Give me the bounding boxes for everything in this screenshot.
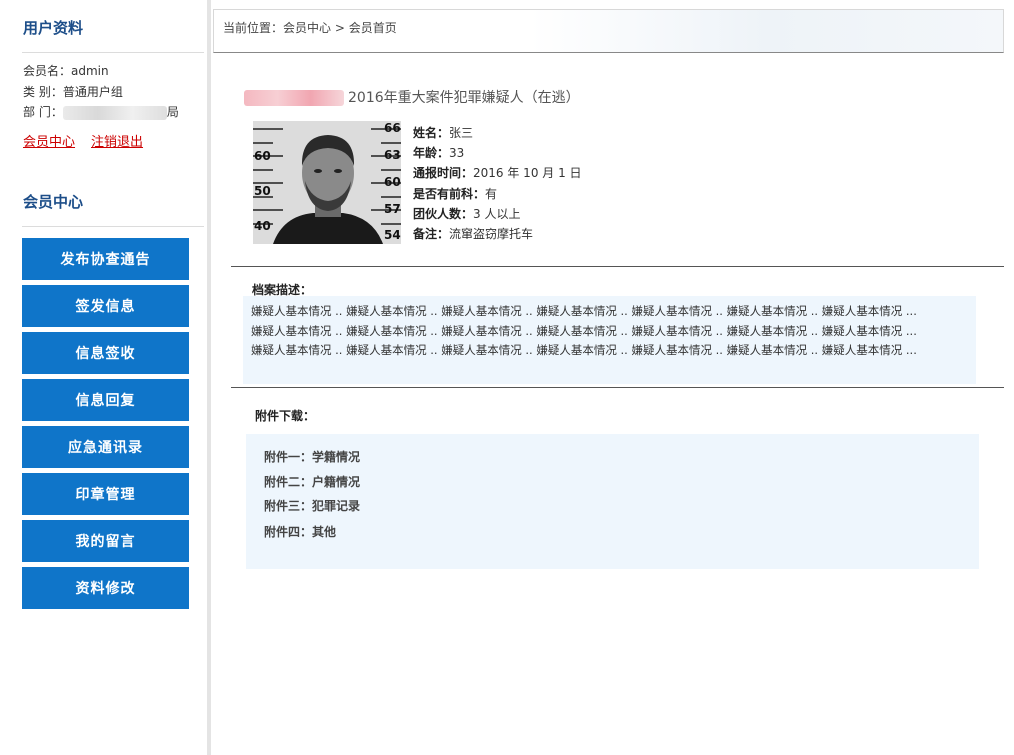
height-mark: 60 bbox=[384, 175, 401, 189]
menu-reply-info-button[interactable]: 信息回复 bbox=[22, 379, 189, 421]
height-mark: 66 bbox=[384, 121, 401, 135]
menu-my-messages-button[interactable]: 我的留言 bbox=[22, 520, 189, 562]
detail-label: 通报时间： bbox=[413, 166, 474, 180]
divider bbox=[231, 266, 1004, 267]
detail-label: 团伙人数： bbox=[413, 207, 474, 221]
description-line: 嫌疑人基本情况 .. 嫌疑人基本情况 .. 嫌疑人基本情况 .. 嫌疑人基本情况… bbox=[251, 304, 917, 318]
sidebar-border bbox=[207, 0, 211, 755]
member-department: 部 门： 局 bbox=[23, 103, 179, 120]
detail-value: 张三 bbox=[449, 126, 474, 140]
detail-report-time: 通报时间：2016 年 10 月 1 日 bbox=[413, 164, 582, 181]
menu-publish-notice-button[interactable]: 发布协查通告 bbox=[22, 238, 189, 280]
breadcrumb-prefix: 当前位置： bbox=[223, 21, 284, 35]
breadcrumb-separator: > bbox=[331, 21, 349, 35]
menu-seal-management-button[interactable]: 印章管理 bbox=[22, 473, 189, 515]
mugshot-image: 66 60 63 60 50 57 40 54 bbox=[253, 121, 401, 244]
divider bbox=[231, 387, 1004, 388]
department-label: 部 门： bbox=[23, 105, 63, 119]
height-mark: 57 bbox=[384, 202, 401, 216]
detail-age: 年龄：33 bbox=[413, 144, 464, 161]
case-title: 2016年重大案件犯罪嫌疑人（在逃） bbox=[348, 90, 580, 106]
member-category: 类 别：普通用户组 bbox=[23, 85, 123, 99]
detail-value: 33 bbox=[449, 146, 465, 160]
description-box: 嫌疑人基本情况 .. 嫌疑人基本情况 .. 嫌疑人基本情况 .. 嫌疑人基本情况… bbox=[243, 296, 976, 384]
attachment-link[interactable]: 附件一：学籍情况 bbox=[264, 448, 360, 465]
breadcrumb: 当前位置：会员中心 > 会员首页 bbox=[223, 19, 397, 36]
department-suffix: 局 bbox=[166, 105, 179, 119]
breadcrumb-item-member-center[interactable]: 会员中心 bbox=[283, 21, 331, 35]
detail-name: 姓名：张三 bbox=[413, 124, 473, 141]
divider bbox=[22, 226, 204, 227]
menu-issue-info-button[interactable]: 签发信息 bbox=[22, 285, 189, 327]
detail-remarks: 备注：流窜盗窃摩托车 bbox=[413, 225, 533, 242]
attachments-box: 附件一：学籍情况 附件二：户籍情况 附件三：犯罪记录 附件四：其他 bbox=[246, 434, 979, 569]
detail-value: 有 bbox=[485, 187, 498, 201]
detail-value: 流窜盗窃摩托车 bbox=[449, 227, 534, 241]
description-line: 嫌疑人基本情况 .. 嫌疑人基本情况 .. 嫌疑人基本情况 .. 嫌疑人基本情况… bbox=[251, 343, 917, 357]
description-line: 嫌疑人基本情况 .. 嫌疑人基本情况 .. 嫌疑人基本情况 .. 嫌疑人基本情况… bbox=[251, 324, 917, 338]
attachments-label: 附件下载： bbox=[255, 409, 316, 423]
height-mark: 40 bbox=[254, 219, 271, 233]
height-mark: 50 bbox=[254, 184, 271, 198]
detail-label: 备注： bbox=[413, 227, 450, 241]
attachment-link[interactable]: 附件二：户籍情况 bbox=[264, 473, 360, 490]
height-mark: 60 bbox=[254, 149, 271, 163]
detail-value: 2016 年 10 月 1 日 bbox=[473, 166, 582, 180]
detail-prior-record: 是否有前科：有 bbox=[413, 185, 497, 202]
height-mark: 63 bbox=[384, 148, 401, 162]
attachment-link[interactable]: 附件四：其他 bbox=[264, 523, 336, 540]
detail-label: 姓名： bbox=[413, 126, 450, 140]
detail-value: 3 人以上 bbox=[473, 207, 521, 221]
menu-receive-info-button[interactable]: 信息签收 bbox=[22, 332, 189, 374]
member-center-title: 会员中心 bbox=[23, 193, 84, 211]
redacted-title-prefix bbox=[244, 90, 344, 106]
attachment-link[interactable]: 附件三：犯罪记录 bbox=[264, 497, 360, 514]
divider bbox=[22, 52, 204, 53]
detail-gang-size: 团伙人数：3 人以上 bbox=[413, 205, 520, 222]
case-title-row: 2016年重大案件犯罪嫌疑人（在逃） bbox=[244, 87, 580, 107]
breadcrumb-item-member-home[interactable]: 会员首页 bbox=[349, 21, 397, 35]
breadcrumb-bar: 当前位置：会员中心 > 会员首页 bbox=[213, 9, 1004, 53]
detail-label: 是否有前科： bbox=[413, 187, 486, 201]
menu-edit-profile-button[interactable]: 资料修改 bbox=[22, 567, 189, 609]
detail-label: 年龄： bbox=[413, 146, 450, 160]
redacted-department bbox=[62, 105, 167, 120]
profile-title: 用户资料 bbox=[23, 19, 84, 37]
member-center-link[interactable]: 会员中心 bbox=[23, 131, 75, 150]
logout-link[interactable]: 注销退出 bbox=[91, 131, 143, 150]
height-mark: 54 bbox=[384, 228, 401, 242]
sidebar: 用户资料 会员名：admin 类 别：普通用户组 部 门： 局 会员中心 注销退出… bbox=[0, 0, 207, 755]
menu-emergency-contacts-button[interactable]: 应急通讯录 bbox=[22, 426, 189, 468]
suspect-photo: 66 60 63 60 50 57 40 54 bbox=[253, 121, 401, 244]
member-name: 会员名：admin bbox=[23, 64, 109, 78]
